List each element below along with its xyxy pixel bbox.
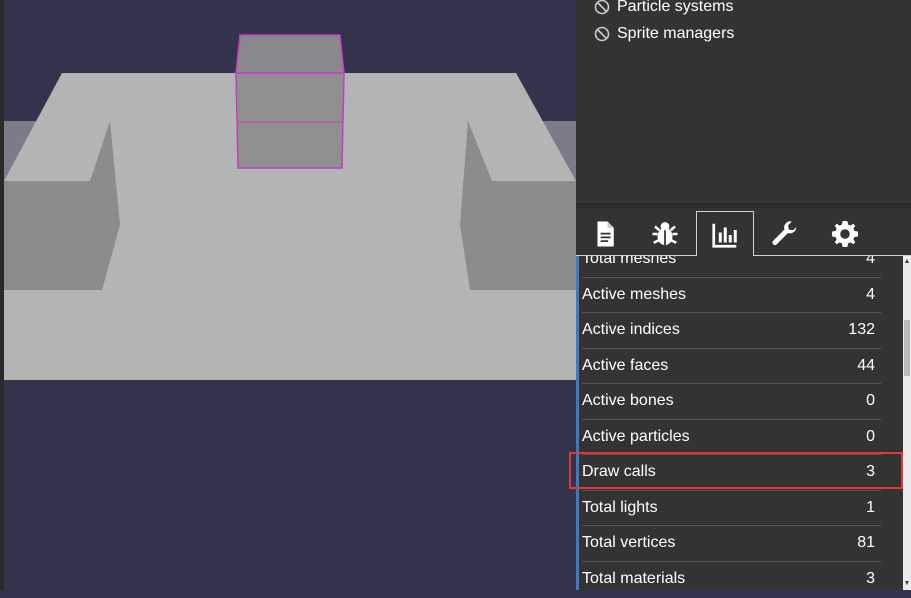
- selected-cube[interactable]: [235, 34, 345, 169]
- stat-row: Active meshes 4: [582, 278, 881, 313]
- scene-render: [4, 34, 576, 380]
- stat-value: 0: [866, 392, 875, 410]
- stat-label: Active particles: [582, 427, 690, 445]
- bug-icon: [652, 222, 678, 246]
- stat-row: Active faces 44: [582, 349, 881, 384]
- stat-row: Active bones 0: [582, 384, 881, 420]
- stat-value: 0: [866, 427, 875, 445]
- tab-settings[interactable]: [816, 211, 874, 257]
- stat-label: Active meshes: [582, 285, 687, 303]
- stat-row: Active particles 0: [582, 420, 881, 455]
- panel-accent-bar: [576, 256, 579, 590]
- stat-label: Active indices: [582, 321, 680, 339]
- statistics-panel: Total meshes 4 Active meshes 4 Active indice…: [576, 256, 911, 590]
- stats-scrollbar[interactable]: ▲ ▼: [903, 256, 911, 590]
- statistics-list: Total meshes 4 Active meshes 4 Active indice…: [582, 256, 881, 590]
- stat-row: Total materials 3: [582, 562, 881, 591]
- tab-statistics[interactable]: [696, 211, 754, 257]
- stat-row: Total lights 1: [582, 491, 881, 526]
- scene-options-panel: Particle systems Sprite managers: [576, 0, 911, 203]
- stat-label: Total vertices: [582, 534, 676, 552]
- stat-row: Active indices 132: [582, 313, 881, 349]
- stat-value: 81: [857, 534, 875, 552]
- option-sprite-managers[interactable]: Sprite managers: [594, 24, 734, 44]
- stat-label: Draw calls: [582, 463, 656, 481]
- option-label: Particle systems: [617, 0, 734, 15]
- scroll-up-arrow[interactable]: ▲: [903, 258, 911, 266]
- stat-value: 4: [866, 256, 875, 268]
- gear-icon: [831, 220, 859, 248]
- stat-label: Active faces: [582, 356, 669, 374]
- scroll-thumb[interactable]: [904, 320, 910, 376]
- stat-value: 44: [857, 356, 875, 374]
- stat-value: 3: [866, 463, 875, 481]
- stat-row: Total meshes 4: [582, 256, 881, 278]
- viewport-edge: [0, 0, 4, 590]
- tab-document[interactable]: [576, 211, 634, 257]
- stat-row: Draw calls 3: [582, 455, 881, 491]
- stat-label: Total materials: [582, 569, 686, 587]
- stat-row: Total vertices 81: [582, 526, 881, 562]
- tab-tools[interactable]: [756, 211, 814, 257]
- bottom-bar: [0, 590, 911, 598]
- scene-viewport[interactable]: [0, 0, 576, 590]
- scroll-down-arrow[interactable]: ▼: [903, 580, 911, 588]
- chart-icon: [712, 223, 737, 248]
- stat-value: 4: [866, 285, 875, 303]
- stat-label: Active bones: [582, 392, 674, 410]
- stat-label: Total lights: [582, 498, 658, 516]
- stat-value: 132: [848, 321, 875, 339]
- document-icon: [597, 221, 614, 247]
- option-label: Sprite managers: [617, 25, 735, 42]
- stat-value: 3: [866, 569, 875, 587]
- inspector-tabbar: [576, 208, 911, 257]
- option-particle-systems[interactable]: Particle systems: [594, 0, 733, 17]
- wrench-icon: [772, 221, 797, 245]
- stat-label: Total meshes: [582, 256, 677, 268]
- ban-icon: [594, 0, 610, 15]
- tab-debug[interactable]: [636, 211, 694, 257]
- stat-value: 1: [866, 498, 875, 516]
- ban-icon: [594, 26, 610, 42]
